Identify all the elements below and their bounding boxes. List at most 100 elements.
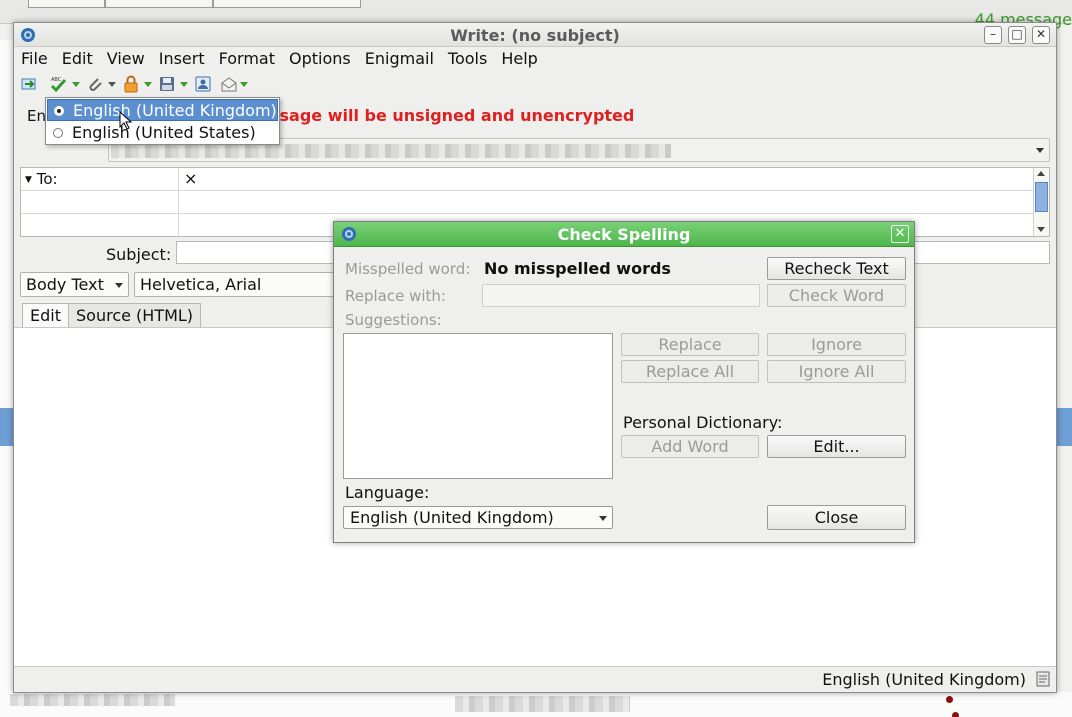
menu-enigmail[interactable]: Enigmail [358,48,441,72]
background-tab[interactable] [213,0,361,8]
enigmail-status-label: En [27,107,46,125]
misspelled-word-label: Misspelled word: [345,260,471,278]
window-title: Write: (no subject) [450,26,620,45]
ignore-all-button[interactable]: Ignore All [767,360,906,383]
return-receipt-icon[interactable] [220,75,238,93]
spellcheck-icon[interactable]: ABC [50,75,68,93]
language-label: Language: [345,483,430,502]
replace-with-label: Replace with: [345,287,446,305]
statusbar-language[interactable]: English (United Kingdom) [822,670,1026,689]
background-footer [0,692,1072,717]
address-type-cell[interactable] [21,214,179,237]
suggestions-list[interactable] [343,333,613,479]
dialog-titlebar[interactable]: Check Spelling ✕ [334,222,914,247]
address-row[interactable] [21,191,1033,214]
mouse-cursor-icon [119,111,133,130]
chevron-down-icon: ▼ [25,175,32,185]
background-selected-row [0,408,14,446]
encryption-warning: ssage will be unsigned and unencrypted [270,106,635,125]
blurred-text [10,694,175,706]
recheck-text-button[interactable]: Recheck Text [767,257,906,280]
menu-file[interactable]: File [14,48,55,72]
background-selected-row [1057,408,1072,446]
save-icon[interactable] [158,75,176,93]
statusbar: English (United Kingdom) [14,666,1056,692]
document-icon [1036,671,1050,687]
compose-toolbar: ABC [14,73,1056,97]
misspelled-word-value: No misspelled words [484,259,671,278]
background-tab-bar [0,0,1072,24]
scroll-up-icon[interactable] [1037,171,1045,176]
paragraph-style-select[interactable]: Body Text [20,272,129,297]
scrollbar-thumb[interactable] [1035,182,1048,212]
paragraph-style-value: Body Text [26,275,104,294]
replace-all-button[interactable]: Replace All [621,360,759,383]
font-select[interactable]: Helvetica, Arial [134,272,344,297]
save-dropdown-icon[interactable] [180,82,188,87]
menu-insert[interactable]: Insert [152,48,212,72]
radio-unselected-icon [53,128,63,138]
address-type-label: To: [36,170,58,188]
spellcheck-language-menu: English (United Kingdom) English (United… [45,97,280,145]
add-word-button[interactable]: Add Word [621,435,759,458]
language-option-label: English (United States) [72,123,256,142]
replace-button[interactable]: Replace [621,333,759,356]
unread-dot-icon [952,712,959,717]
suggestions-label: Suggestions: [345,311,442,329]
close-button[interactable]: Close [767,505,906,530]
menu-edit[interactable]: Edit [55,48,100,72]
ignore-button[interactable]: Ignore [767,333,906,356]
address-row[interactable]: ▼ To: × [21,168,1033,191]
personal-dictionary-label: Personal Dictionary: [623,413,783,432]
font-value: Helvetica, Arial [140,275,262,294]
security-lock-icon[interactable] [122,75,140,93]
subject-label: Subject: [106,245,172,264]
background-message-list [0,40,14,700]
compose-titlebar[interactable]: Write: (no subject) – □ ✕ [14,23,1056,47]
blurred-sender-address [111,144,671,158]
send-icon[interactable] [20,75,38,93]
background-tab[interactable] [105,0,213,8]
addressing-scrollbar[interactable] [1033,168,1049,236]
unread-dot-icon [946,696,953,703]
menubar: File Edit View Insert Format Options Eni… [14,48,545,72]
spellcheck-dropdown-icon[interactable] [72,82,80,87]
window-close-button[interactable]: ✕ [1032,26,1050,44]
address-type-select[interactable]: ▼ To: [21,168,179,190]
chevron-down-icon [115,283,123,288]
blurred-text [455,696,630,712]
chevron-down-icon [599,516,607,521]
remove-recipient-icon[interactable]: × [184,169,197,188]
menu-options[interactable]: Options [282,48,358,72]
attach-icon[interactable] [86,75,104,93]
scroll-down-icon[interactable] [1037,227,1045,232]
menu-help[interactable]: Help [494,48,544,72]
replace-with-input[interactable] [482,284,760,307]
language-select[interactable]: English (United Kingdom) [343,506,613,529]
maximize-button[interactable]: □ [1008,26,1026,44]
language-option-uk[interactable]: English (United Kingdom) [47,99,278,121]
language-option-label: English (United Kingdom) [73,101,277,120]
attach-dropdown-icon[interactable] [108,82,116,87]
language-option-us[interactable]: English (United States) [47,122,278,144]
address-book-icon[interactable] [194,75,212,93]
menu-format[interactable]: Format [212,48,282,72]
background-tab[interactable] [28,0,105,8]
edit-dictionary-button[interactable]: Edit... [767,435,906,458]
language-select-value: English (United Kingdom) [350,508,554,527]
address-type-cell[interactable] [21,191,179,213]
receipt-dropdown-icon[interactable] [240,82,248,87]
tab-edit[interactable]: Edit [22,303,69,327]
tab-source-html[interactable]: Source (HTML) [68,303,202,327]
minimize-button[interactable]: – [984,26,1002,44]
radio-selected-icon [54,106,64,116]
check-word-button[interactable]: Check Word [767,284,906,307]
check-spelling-dialog: Check Spelling ✕ Misspelled word: No mis… [333,221,915,543]
menu-view[interactable]: View [100,48,152,72]
security-dropdown-icon[interactable] [144,82,152,87]
svg-text:ABC: ABC [51,77,62,83]
chevron-down-icon [1036,148,1044,153]
dialog-close-icon[interactable]: ✕ [891,225,909,243]
menu-tools[interactable]: Tools [441,48,494,72]
dialog-title: Check Spelling [557,225,691,244]
